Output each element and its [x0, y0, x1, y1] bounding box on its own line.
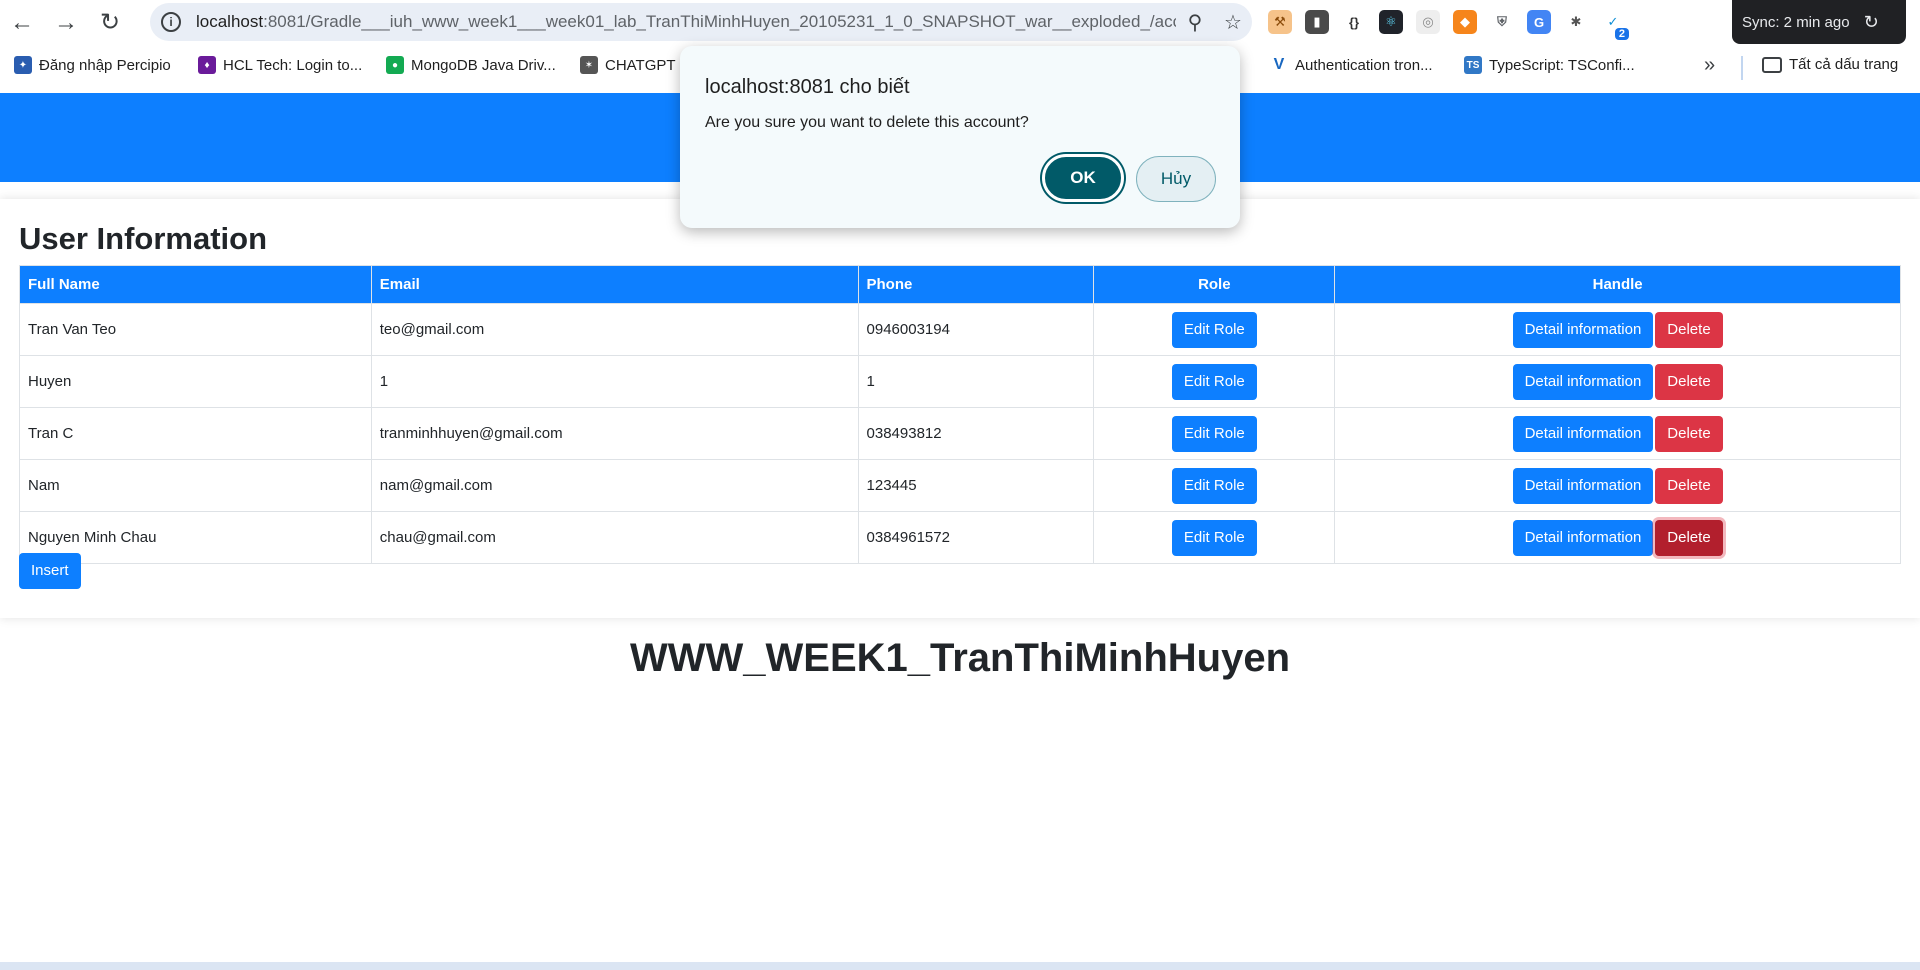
extension-target-icon[interactable]: ◎: [1416, 10, 1440, 34]
chevron-double-right-icon[interactable]: »: [1704, 54, 1715, 77]
delete-button[interactable]: Delete: [1655, 363, 1723, 400]
detail-information-button[interactable]: Detail information: [1512, 311, 1654, 348]
extension-shield-icon[interactable]: ⛨: [1490, 10, 1514, 34]
confirm-dialog: localhost:8081 cho biết Are you sure you…: [680, 46, 1240, 228]
extension-metamask-icon[interactable]: ◆: [1453, 10, 1477, 34]
column-header-phone: Phone: [857, 265, 1095, 304]
folder-icon: [1762, 56, 1782, 73]
edit-role-button[interactable]: Edit Role: [1171, 519, 1257, 556]
cell-email: 1: [370, 355, 859, 408]
site-info-icon[interactable]: i: [152, 3, 190, 41]
reload-icon[interactable]: ↻: [88, 1, 132, 45]
extension-phone-icon[interactable]: ▮: [1305, 10, 1329, 34]
cell-email: chau@gmail.com: [370, 511, 859, 564]
dialog-title: localhost:8081 cho biết: [705, 76, 910, 98]
cell-handle: Detail information Delete: [1334, 407, 1901, 460]
cell-phone: 0946003194: [857, 303, 1095, 356]
window-bottom-edge: [0, 962, 1920, 970]
cell-role: Edit Role: [1093, 459, 1336, 512]
sync-icon[interactable]: ↻: [1864, 12, 1879, 33]
extension-vuetify-icon[interactable]: ✓ 2: [1601, 10, 1629, 40]
table-row: Tran Van Teo teo@gmail.com 0946003194 Ed…: [19, 303, 1901, 356]
cell-email: tranminhhuyen@gmail.com: [370, 407, 859, 460]
edit-role-button[interactable]: Edit Role: [1171, 363, 1257, 400]
footer-title: WWW_WEEK1_TranThiMinhHuyen: [630, 636, 1290, 680]
bookmark-item[interactable]: ♦ HCL Tech: Login to...: [198, 56, 362, 74]
extension-bug-icon[interactable]: ✱: [1564, 10, 1588, 34]
column-header-role: Role: [1093, 265, 1336, 304]
dialog-ok-button[interactable]: OK: [1042, 154, 1124, 202]
table-row: Nguyen Minh Chau chau@gmail.com 03849615…: [19, 511, 1901, 564]
typescript-icon: TS: [1464, 56, 1482, 74]
cell-handle: Detail information Delete: [1334, 303, 1901, 356]
bookmark-item[interactable]: ● MongoDB Java Driv...: [386, 56, 556, 74]
chatgpt-icon: ✶: [580, 56, 598, 74]
user-info-card: User Information Full Name Email Phone R…: [0, 199, 1920, 618]
table-row: Nam nam@gmail.com 123445 Edit Role Detai…: [19, 459, 1901, 512]
forward-icon[interactable]: →: [44, 1, 88, 45]
column-header-full-name: Full Name: [19, 265, 372, 304]
cell-role: Edit Role: [1093, 355, 1336, 408]
cell-phone: 123445: [857, 459, 1095, 512]
cell-handle: Detail information Delete: [1334, 355, 1901, 408]
insert-button[interactable]: Insert: [19, 553, 81, 589]
cell-role: Edit Role: [1093, 511, 1336, 564]
detail-information-button[interactable]: Detail information: [1512, 519, 1654, 556]
dialog-cancel-button[interactable]: Hủy: [1136, 156, 1216, 202]
extension-hammer-icon[interactable]: ⚒: [1268, 10, 1292, 34]
detail-information-button[interactable]: Detail information: [1512, 415, 1654, 452]
cell-handle: Detail information Delete: [1334, 511, 1901, 564]
extensions-bar: ⚒ ▮ {} ⚛ ◎ ◆ ⛨ G ✱ ✓ 2: [1268, 6, 1629, 40]
table-header-row: Full Name Email Phone Role Handle: [19, 265, 1901, 304]
extension-translate-icon[interactable]: G: [1527, 10, 1551, 34]
url-text[interactable]: localhost:8081/Gradle___iuh_www_week1___…: [196, 12, 1176, 32]
edit-role-button[interactable]: Edit Role: [1171, 311, 1257, 348]
page-title: User Information: [19, 221, 268, 256]
column-header-handle: Handle: [1334, 265, 1901, 304]
detail-information-button[interactable]: Detail information: [1512, 467, 1654, 504]
detail-information-button[interactable]: Detail information: [1512, 363, 1654, 400]
bookmark-item[interactable]: ✶ CHATGPT: [580, 56, 676, 74]
cell-phone: 0384961572: [857, 511, 1095, 564]
percipio-icon: ✦: [14, 56, 32, 74]
cell-full-name: Tran C: [19, 407, 372, 460]
cell-full-name: Tran Van Teo: [19, 303, 372, 356]
cell-full-name: Huyen: [19, 355, 372, 408]
table-row: Tran C tranminhhuyen@gmail.com 038493812…: [19, 407, 1901, 460]
bookmark-item[interactable]: ✦ Đăng nhập Percipio: [14, 56, 171, 74]
cell-email: nam@gmail.com: [370, 459, 859, 512]
table-row: Huyen 1 1 Edit Role Detail information De…: [19, 355, 1901, 408]
bookmark-separator: [1741, 56, 1743, 80]
cell-phone: 038493812: [857, 407, 1095, 460]
bookmark-item[interactable]: TS TypeScript: TSConfi...: [1464, 56, 1635, 74]
delete-button[interactable]: Delete: [1655, 311, 1723, 348]
users-table: Full Name Email Phone Role Handle Tran V…: [19, 265, 1901, 564]
cell-full-name: Nam: [19, 459, 372, 512]
delete-button[interactable]: Delete: [1655, 467, 1723, 504]
mongodb-icon: ●: [386, 56, 404, 74]
bookmark-star-icon[interactable]: ☆: [1214, 3, 1252, 41]
delete-button[interactable]: Delete: [1655, 519, 1723, 556]
hcl-icon: ♦: [198, 56, 216, 74]
dialog-message: Are you sure you want to delete this acc…: [705, 114, 1029, 131]
cell-role: Edit Role: [1093, 407, 1336, 460]
column-header-email: Email: [370, 265, 859, 304]
edit-role-button[interactable]: Edit Role: [1171, 415, 1257, 452]
cell-phone: 1: [857, 355, 1095, 408]
cell-handle: Detail information Delete: [1334, 459, 1901, 512]
extension-json-icon[interactable]: {}: [1342, 10, 1366, 34]
delete-button[interactable]: Delete: [1655, 415, 1723, 452]
back-icon[interactable]: ←: [0, 1, 44, 45]
edit-role-button[interactable]: Edit Role: [1171, 467, 1257, 504]
all-bookmarks-folder[interactable]: Tất cả dấu trang: [1762, 56, 1898, 73]
address-bar[interactable]: i localhost:8081/Gradle___iuh_www_week1_…: [150, 3, 1252, 41]
cell-role: Edit Role: [1093, 303, 1336, 356]
extension-react-icon[interactable]: ⚛: [1379, 10, 1403, 34]
zoom-icon[interactable]: ⚲: [1176, 3, 1214, 41]
bookmark-item[interactable]: V Authentication tron...: [1270, 56, 1433, 74]
cell-email: teo@gmail.com: [370, 303, 859, 356]
sync-status[interactable]: Sync: 2 min ago ↻: [1732, 0, 1906, 44]
vuetify-icon: V: [1270, 56, 1288, 74]
